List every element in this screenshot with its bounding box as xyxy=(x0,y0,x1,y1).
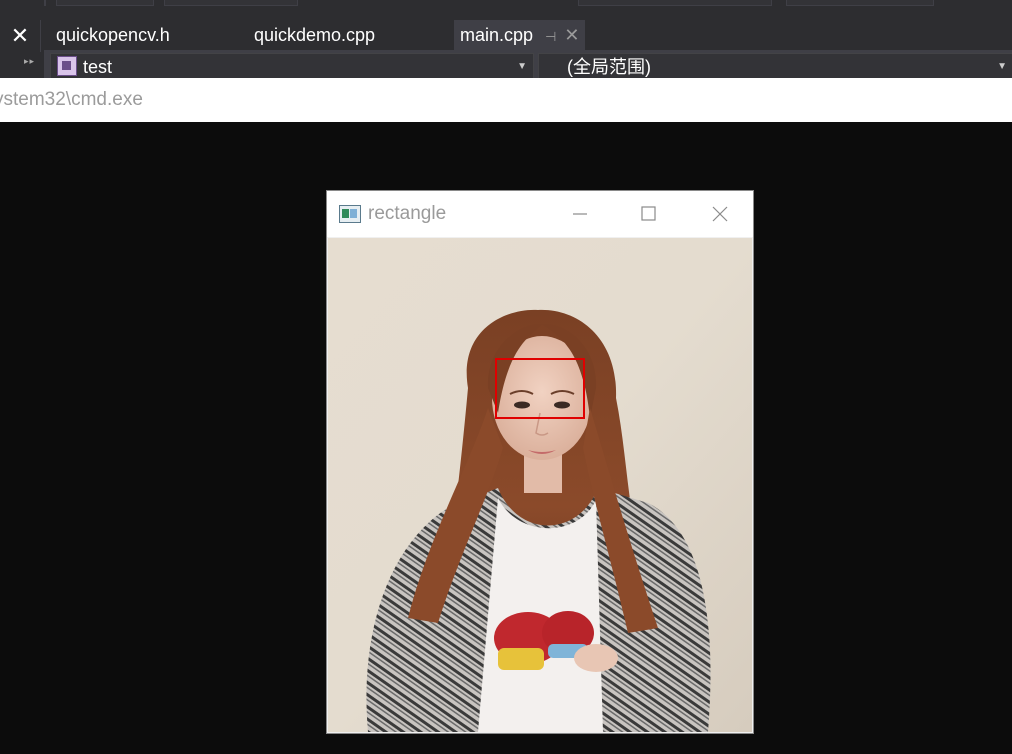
chevron-down-icon[interactable]: ▼ xyxy=(517,54,527,80)
hand xyxy=(574,644,618,672)
image-canvas[interactable] xyxy=(328,238,752,732)
tab-label: quickopencv.h xyxy=(56,25,170,45)
image-window-title: rectangle xyxy=(368,203,447,224)
scope-label: (全局范围) xyxy=(567,57,651,77)
close-icon[interactable]: ✕ xyxy=(0,20,41,52)
tab-main[interactable]: main.cpp ⊣ ✕ xyxy=(454,20,586,52)
eye xyxy=(554,401,570,409)
scope-dropdown[interactable]: (全局范围) ▼ xyxy=(538,53,1012,81)
toolbar-segment[interactable] xyxy=(164,0,298,6)
console-titlebar[interactable]: ystem32\cmd.exe xyxy=(0,78,1012,122)
toolbar-segment[interactable] xyxy=(56,0,154,6)
close-icon[interactable]: ✕ xyxy=(564,25,579,45)
console-title: ystem32\cmd.exe xyxy=(0,89,143,110)
tab-quickopencv[interactable]: quickopencv.h xyxy=(44,20,182,50)
tab-label: quickdemo.cpp xyxy=(254,25,376,45)
photo-illustration xyxy=(328,238,752,732)
close-icon[interactable] xyxy=(697,191,743,237)
project-icon xyxy=(57,56,77,76)
toolbar-segment[interactable] xyxy=(578,0,772,6)
navigation-bar: test ▼ (全局范围) ▼ xyxy=(44,50,1012,81)
tab-label: main.cpp xyxy=(460,25,534,45)
project-label: test xyxy=(83,57,113,77)
toolbar-segment[interactable] xyxy=(786,0,934,6)
maximize-icon[interactable] xyxy=(625,191,671,237)
tab-quickdemo[interactable]: quickdemo.cpp xyxy=(242,20,387,50)
image-window-titlebar[interactable]: rectangle xyxy=(327,191,753,237)
overflow-icon[interactable]: ▸▸ xyxy=(24,56,40,70)
project-dropdown[interactable]: test ▼ xyxy=(50,53,534,81)
toolbar-segment xyxy=(44,0,46,6)
eye xyxy=(514,401,530,409)
minimize-icon[interactable] xyxy=(557,191,603,237)
shirt-graphic xyxy=(498,648,544,670)
app-icon xyxy=(339,205,361,223)
pin-icon[interactable]: ⊣ xyxy=(545,29,556,44)
toolbar-strip xyxy=(0,0,1012,8)
editor-tabs: quickopencv.h quickdemo.cpp main.cpp ⊣ ✕ xyxy=(44,20,1012,52)
ide-header: ✕ ▸▸ quickopencv.h quickdemo.cpp main.cp… xyxy=(0,0,1012,81)
image-window: rectangle xyxy=(326,190,754,734)
chevron-down-icon[interactable]: ▼ xyxy=(997,54,1007,80)
